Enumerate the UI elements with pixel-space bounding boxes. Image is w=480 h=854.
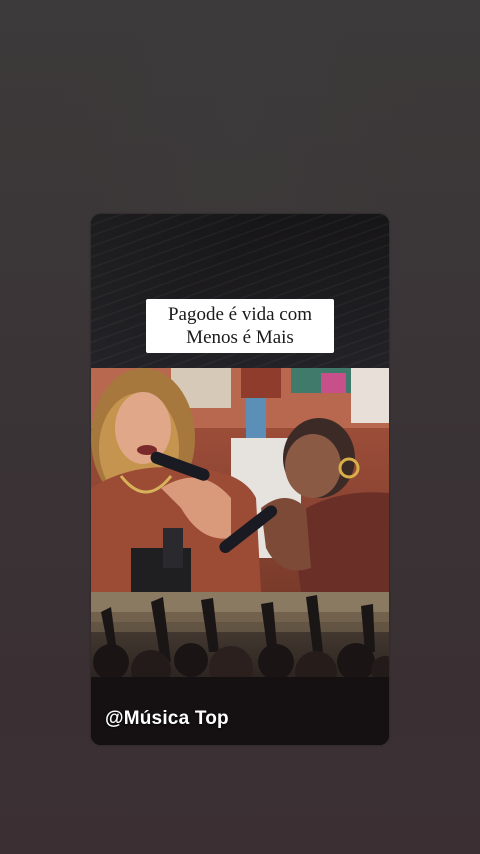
creator-handle[interactable]: @Música Top [105,708,229,730]
caption-line-2: Menos é Mais [186,327,294,348]
performers-photo [91,368,389,592]
caption-box: Pagode é vida com Menos é Mais [146,299,334,353]
caption-line-1: Pagode é vida com [167,304,313,325]
story-card[interactable]: Pagode é vida com Menos é Mais @Música T… [91,214,389,745]
crowd-photo: @Música Top [91,592,389,745]
story-banner: Pagode é vida com Menos é Mais [91,214,389,368]
